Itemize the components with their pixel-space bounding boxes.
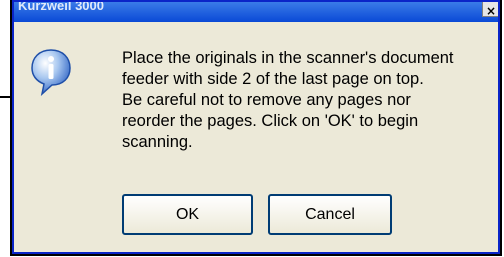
dialog-title: Kurzweil 3000 (18, 2, 104, 13)
ok-button[interactable]: OK (122, 194, 253, 235)
dialog-message: Place the originals in the scanner's doc… (122, 49, 454, 151)
scan-instructions-dialog: Kurzweil 3000 × Place the originals in t… (10, 0, 502, 256)
info-icon (31, 49, 71, 96)
close-button[interactable]: × (482, 2, 498, 17)
close-icon: × (485, 4, 497, 17)
dialog-titlebar[interactable]: Kurzweil 3000 × (14, 2, 498, 22)
cancel-button[interactable]: Cancel (268, 194, 392, 235)
